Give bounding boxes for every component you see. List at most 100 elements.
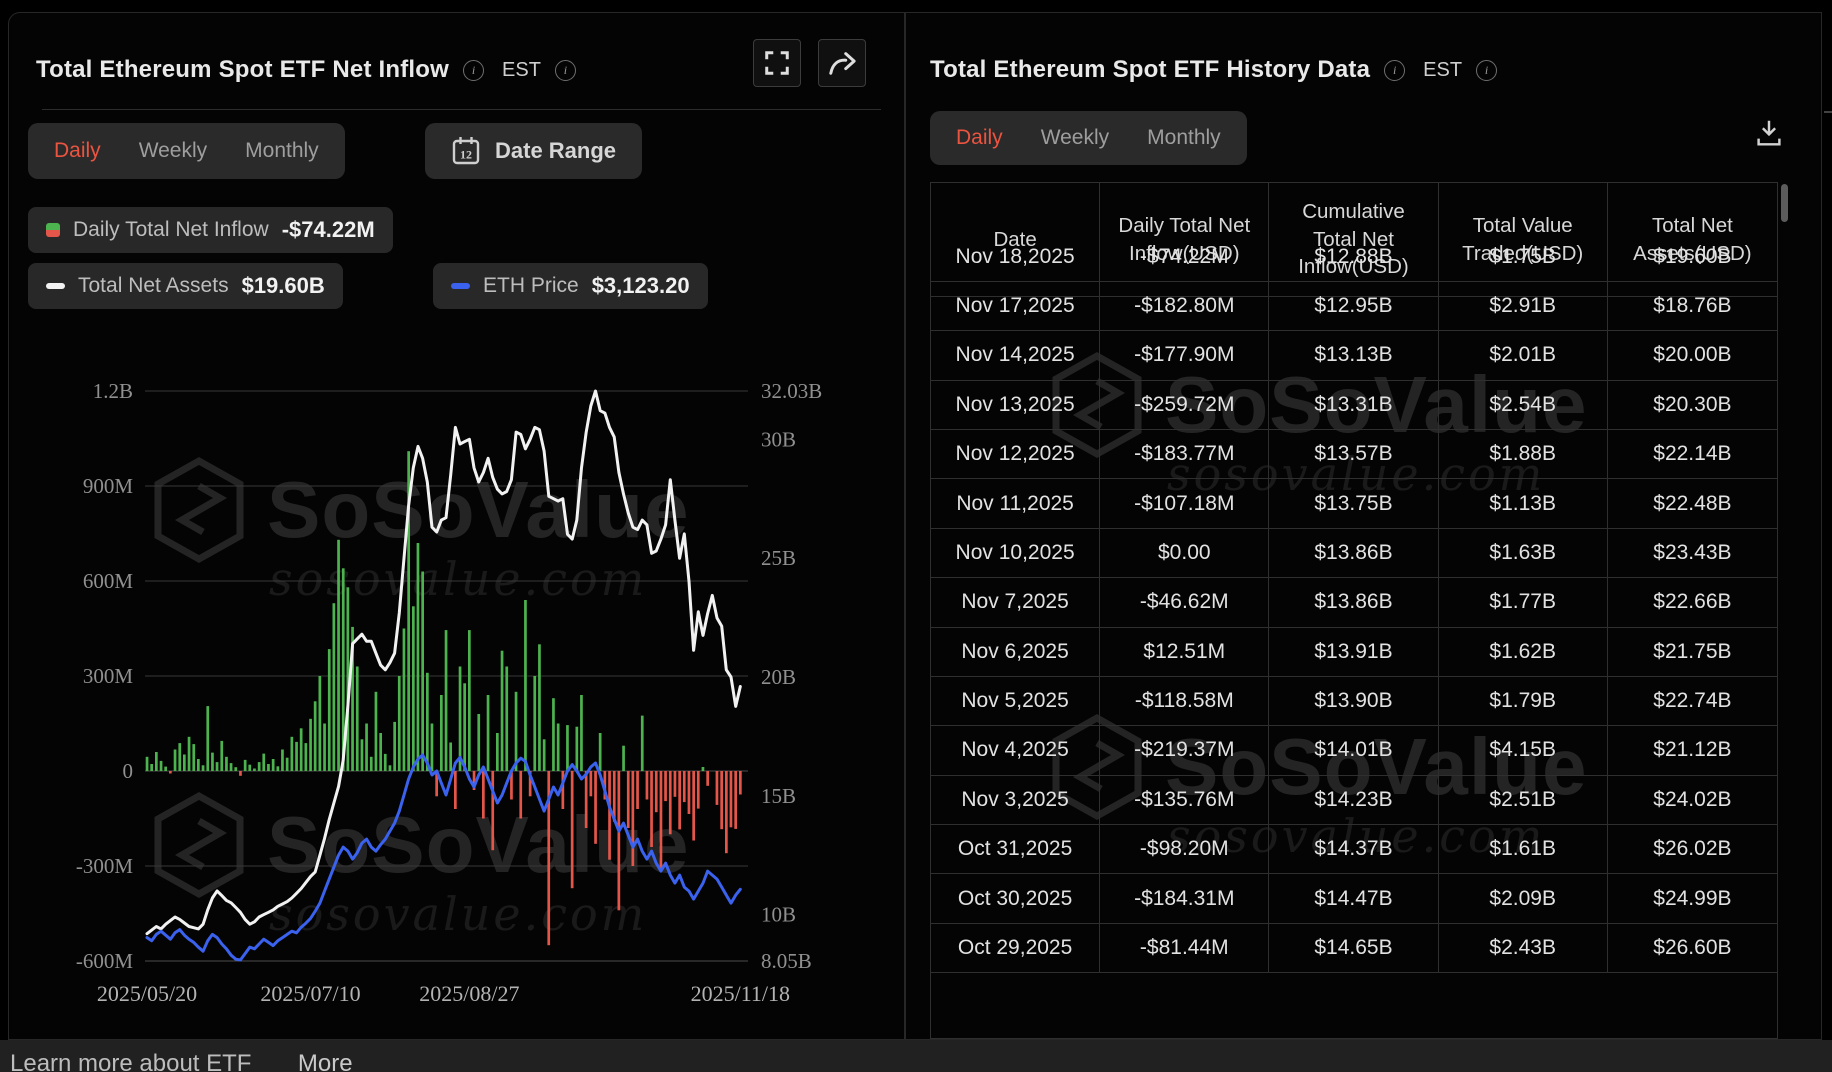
table-cell[interactable]: $12.51M — [1100, 628, 1269, 677]
table-row-date[interactable]: Nov 17,2025 — [931, 282, 1100, 331]
table-cell[interactable]: -$46.62M — [1100, 578, 1269, 627]
legend-eth-price[interactable]: ETH Price $3,123.20 — [433, 263, 708, 309]
table-cell[interactable]: $2.54B — [1439, 381, 1608, 430]
table-cell[interactable]: -$81.44M — [1100, 924, 1269, 973]
table-cell[interactable]: $0.00 — [1100, 529, 1269, 578]
table-cell[interactable]: $13.91B — [1269, 628, 1438, 677]
table-cell[interactable]: -$183.77M — [1100, 430, 1269, 479]
table-cell[interactable]: -$74.22M — [1100, 232, 1269, 281]
table-row-date[interactable]: Nov 14,2025 — [931, 331, 1100, 380]
table-row-date[interactable]: Oct 29,2025 — [931, 924, 1100, 973]
info-icon[interactable]: i — [463, 60, 484, 81]
table-cell[interactable]: $13.13B — [1269, 331, 1438, 380]
table-cell[interactable]: $14.65B — [1269, 924, 1438, 973]
table-cell[interactable]: $19.60B — [1608, 232, 1777, 281]
table-cell[interactable]: $14.01B — [1269, 726, 1438, 775]
table-scrollbar[interactable] — [1781, 184, 1788, 222]
table-row-date[interactable]: Nov 10,2025 — [931, 529, 1100, 578]
bar-legend-icon — [46, 223, 60, 237]
table-cell[interactable]: $1.13B — [1439, 479, 1608, 528]
table-cell[interactable]: $18.76B — [1608, 282, 1777, 331]
tab-daily[interactable]: Daily — [956, 126, 1003, 150]
info-icon[interactable]: i — [555, 60, 576, 81]
table-cell[interactable]: $13.31B — [1269, 381, 1438, 430]
history-table[interactable]: DateDaily Total Net Inflow(USD)Cumulativ… — [930, 182, 1778, 1039]
table-cell[interactable]: $1.61B — [1439, 825, 1608, 874]
table-cell[interactable]: $21.12B — [1608, 726, 1777, 775]
info-icon[interactable]: i — [1476, 60, 1497, 81]
table-cell[interactable]: $13.86B — [1269, 529, 1438, 578]
inflow-period-tabs: Daily Weekly Monthly — [28, 123, 345, 179]
table-row-date[interactable]: Nov 6,2025 — [931, 628, 1100, 677]
table-cell[interactable]: $20.30B — [1608, 381, 1777, 430]
table-row-date[interactable]: Nov 3,2025 — [931, 776, 1100, 825]
table-row-date[interactable]: Nov 5,2025 — [931, 677, 1100, 726]
table-cell[interactable]: -$177.90M — [1100, 331, 1269, 380]
table-cell[interactable]: -$182.80M — [1100, 282, 1269, 331]
table-row-date[interactable]: Oct 31,2025 — [931, 825, 1100, 874]
table-cell[interactable]: -$259.72M — [1100, 381, 1269, 430]
table-cell[interactable]: $1.77B — [1439, 578, 1608, 627]
table-row-date[interactable]: Nov 18,2025 — [931, 232, 1100, 281]
table-cell[interactable]: $13.75B — [1269, 479, 1438, 528]
table-row-date[interactable]: Nov 13,2025 — [931, 381, 1100, 430]
table-cell[interactable]: $1.79B — [1439, 677, 1608, 726]
table-cell[interactable]: $2.43B — [1439, 924, 1608, 973]
table-cell[interactable]: $13.86B — [1269, 578, 1438, 627]
svg-text:12: 12 — [460, 148, 472, 162]
tab-weekly[interactable]: Weekly — [139, 139, 207, 163]
table-cell[interactable]: $1.75B — [1439, 232, 1608, 281]
table-cell[interactable]: $1.88B — [1439, 430, 1608, 479]
table-row-date[interactable]: Nov 7,2025 — [931, 578, 1100, 627]
table-cell[interactable]: $22.74B — [1608, 677, 1777, 726]
table-cell[interactable]: $22.66B — [1608, 578, 1777, 627]
table-cell[interactable]: $14.37B — [1269, 825, 1438, 874]
table-cell[interactable]: $12.95B — [1269, 282, 1438, 331]
table-cell[interactable]: $24.02B — [1608, 776, 1777, 825]
download-button[interactable] — [1749, 113, 1789, 153]
table-cell[interactable]: -$107.18M — [1100, 479, 1269, 528]
legend-daily-net-inflow[interactable]: Daily Total Net Inflow -$74.22M — [28, 207, 393, 253]
table-row-date[interactable]: Oct 30,2025 — [931, 874, 1100, 923]
table-cell[interactable]: -$184.31M — [1100, 874, 1269, 923]
table-cell[interactable]: $4.15B — [1439, 726, 1608, 775]
tab-monthly[interactable]: Monthly — [1147, 126, 1221, 150]
table-cell[interactable]: $2.91B — [1439, 282, 1608, 331]
table-cell[interactable]: $1.62B — [1439, 628, 1608, 677]
table-cell[interactable]: $2.01B — [1439, 331, 1608, 380]
table-row-date[interactable]: Nov 12,2025 — [931, 430, 1100, 479]
legend-label: Daily Total Net Inflow — [73, 218, 269, 242]
tab-daily[interactable]: Daily — [54, 139, 101, 163]
table-cell[interactable]: $21.75B — [1608, 628, 1777, 677]
table-cell[interactable]: $14.23B — [1269, 776, 1438, 825]
table-cell[interactable]: $26.02B — [1608, 825, 1777, 874]
table-cell[interactable]: $13.90B — [1269, 677, 1438, 726]
table-cell[interactable]: $1.63B — [1439, 529, 1608, 578]
tab-weekly[interactable]: Weekly — [1041, 126, 1109, 150]
table-cell[interactable]: $22.14B — [1608, 430, 1777, 479]
table-cell[interactable]: $26.60B — [1608, 924, 1777, 973]
fullscreen-button[interactable] — [753, 39, 801, 87]
table-cell[interactable]: -$98.20M — [1100, 825, 1269, 874]
footer-more-link[interactable]: More — [298, 1050, 353, 1072]
table-cell[interactable]: -$219.37M — [1100, 726, 1269, 775]
table-cell[interactable]: -$118.58M — [1100, 677, 1269, 726]
table-cell[interactable]: $23.43B — [1608, 529, 1777, 578]
table-row-date[interactable]: Nov 4,2025 — [931, 726, 1100, 775]
table-row-date[interactable]: Nov 11,2025 — [931, 479, 1100, 528]
table-cell[interactable]: $24.99B — [1608, 874, 1777, 923]
share-button[interactable] — [818, 39, 866, 87]
fullscreen-icon — [763, 49, 791, 77]
tab-monthly[interactable]: Monthly — [245, 139, 319, 163]
legend-total-net-assets[interactable]: Total Net Assets $19.60B — [28, 263, 343, 309]
table-cell[interactable]: $2.51B — [1439, 776, 1608, 825]
table-cell[interactable]: $20.00B — [1608, 331, 1777, 380]
table-cell[interactable]: $12.88B — [1269, 232, 1438, 281]
info-icon[interactable]: i — [1384, 60, 1405, 81]
table-cell[interactable]: $2.09B — [1439, 874, 1608, 923]
table-cell[interactable]: $14.47B — [1269, 874, 1438, 923]
table-cell[interactable]: -$135.76M — [1100, 776, 1269, 825]
table-cell[interactable]: $22.48B — [1608, 479, 1777, 528]
table-cell[interactable]: $13.57B — [1269, 430, 1438, 479]
date-range-button[interactable]: 12 Date Range — [425, 123, 642, 179]
